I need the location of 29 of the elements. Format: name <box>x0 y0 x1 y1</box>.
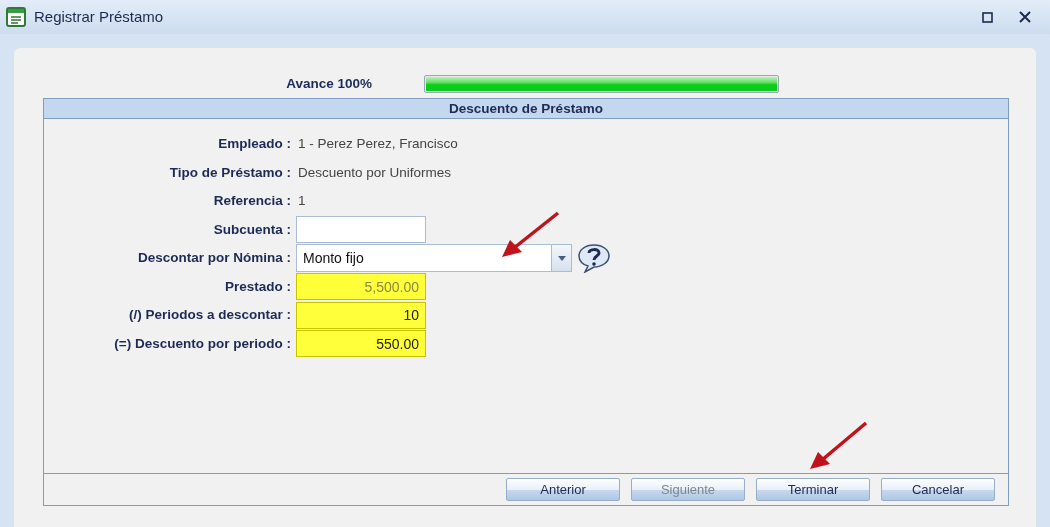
input-field[interactable] <box>296 216 426 244</box>
field-label: Subcuenta : <box>212 220 292 239</box>
progress-label: Avance 100% <box>285 74 372 93</box>
field-label: Empleado : <box>217 135 292 154</box>
window-title: Registrar Préstamo <box>34 6 164 27</box>
dropdown-button[interactable] <box>552 244 572 273</box>
caret-icon <box>557 255 566 261</box>
field-label: (=) Descuento por periodo : <box>113 334 292 353</box>
help-icon[interactable] <box>577 243 611 274</box>
wizard-button[interactable]: Anterior <box>506 478 620 501</box>
number-field[interactable]: 10 <box>296 301 426 329</box>
wizard-button[interactable]: Cancelar <box>881 478 995 501</box>
field-label: (/) Periodos a descontar : <box>127 306 292 325</box>
maximize-icon <box>981 11 993 23</box>
wizard-button[interactable]: Terminar <box>756 478 870 501</box>
annotation-arrow <box>500 210 562 260</box>
annotation-arrow <box>808 420 870 472</box>
field-label: Referencia : <box>212 192 292 211</box>
field-value: Descuento por Uniformes <box>297 163 452 182</box>
dropdown-field[interactable]: Monto fijo <box>296 244 552 273</box>
close-icon <box>1019 11 1031 23</box>
field-label: Prestado : <box>223 277 292 296</box>
window-icon <box>6 7 26 27</box>
field-label: Tipo de Préstamo : <box>168 163 292 182</box>
field-label: Descontar por Nómina : <box>136 249 292 268</box>
number-field[interactable]: 550.00 <box>296 330 426 358</box>
field-value: 1 - Perez Perez, Francisco <box>297 135 458 154</box>
section-header: Descuento de Préstamo <box>44 99 1008 119</box>
field-value: 1 <box>297 192 306 211</box>
